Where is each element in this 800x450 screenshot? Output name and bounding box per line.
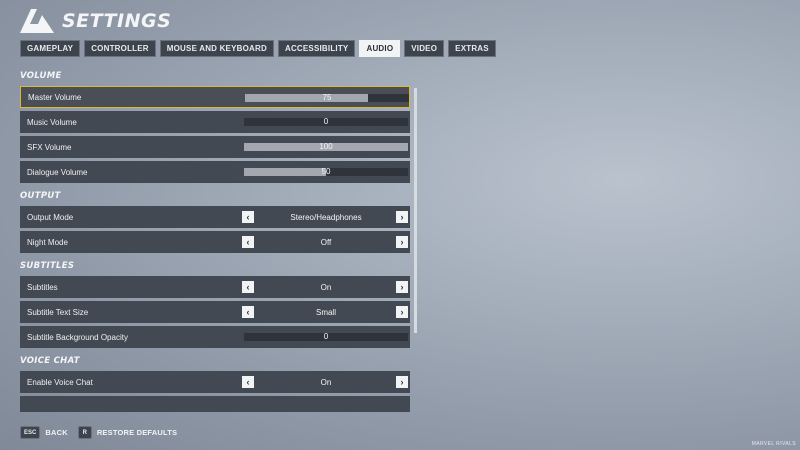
option-value: On (320, 377, 332, 387)
slider-value: 100 (319, 142, 333, 151)
setting-label: Output Mode (27, 212, 74, 222)
setting-row-dialogue-volume[interactable]: Dialogue Volume 50 (20, 161, 410, 183)
section-title-output: OUTPUT (20, 191, 61, 201)
setting-label: Master Volume (28, 92, 82, 102)
tab-gameplay[interactable]: GAMEPLAY (20, 40, 81, 57)
chevron-right-icon[interactable]: › (396, 281, 408, 293)
dialogue-volume-slider[interactable]: 50 (244, 167, 408, 176)
chevron-left-icon[interactable]: ‹ (242, 376, 254, 388)
setting-label: Subtitles (27, 282, 58, 292)
setting-label: Enable Voice Chat (27, 377, 93, 387)
setting-row-subtitle-text-size[interactable]: Subtitle Text Size ‹ Small › (20, 301, 410, 323)
tab-audio[interactable]: AUDIO (359, 40, 401, 57)
footer: ESC BACK R RESTORE DEFAULTS (20, 426, 177, 439)
chevron-left-icon[interactable]: ‹ (242, 211, 254, 223)
tab-mouse-and-keyboard[interactable]: MOUSE AND KEYBOARD (159, 40, 274, 57)
setting-label: Subtitle Text Size (27, 307, 89, 317)
setting-row-master-volume[interactable]: Master Volume 75 (20, 86, 410, 108)
restore-defaults-button[interactable]: R RESTORE DEFAULTS (77, 426, 178, 439)
r-key-icon: R (77, 426, 92, 439)
chevron-right-icon[interactable]: › (396, 306, 408, 318)
master-volume-slider[interactable]: 75 (245, 93, 409, 102)
subtitle-opacity-slider[interactable]: 0 (244, 332, 408, 341)
setting-row-subtitle-background-opacity[interactable]: Subtitle Background Opacity 0 (20, 326, 410, 348)
marvel-rivals-logo-icon (20, 9, 54, 33)
chevron-left-icon[interactable]: ‹ (242, 281, 254, 293)
back-button[interactable]: ESC BACK (20, 426, 68, 439)
watermark: MARVEL RIVALS (751, 441, 796, 447)
setting-label: SFX Volume (27, 142, 72, 152)
option-value: Off (320, 237, 332, 247)
chevron-right-icon[interactable]: › (396, 376, 408, 388)
slider-value: 0 (323, 117, 329, 126)
chevron-right-icon[interactable]: › (396, 211, 408, 223)
setting-row-partial[interactable] (20, 396, 410, 412)
page-title: SETTINGS (62, 10, 172, 32)
setting-row-subtitles[interactable]: Subtitles ‹ On › (20, 276, 410, 298)
chevron-right-icon[interactable]: › (396, 236, 408, 248)
music-volume-slider[interactable]: 0 (244, 117, 408, 126)
option-value: Stereo/Headphones (290, 212, 362, 222)
section-title-voice-chat: VOICE CHAT (20, 356, 80, 366)
back-label: BACK (45, 428, 68, 437)
scrollbar[interactable] (414, 88, 417, 333)
setting-label: Dialogue Volume (27, 167, 88, 177)
setting-label: Subtitle Background Opacity (27, 332, 128, 342)
chevron-left-icon[interactable]: ‹ (242, 236, 254, 248)
setting-row-music-volume[interactable]: Music Volume 0 (20, 111, 410, 133)
esc-key-icon: ESC (20, 426, 41, 439)
setting-row-sfx-volume[interactable]: SFX Volume 100 (20, 136, 410, 158)
slider-value: 75 (322, 93, 332, 102)
tab-video[interactable]: VIDEO (404, 40, 445, 57)
section-title-subtitles: SUBTITLES (20, 261, 75, 271)
slider-value: 0 (323, 332, 329, 341)
option-value: On (320, 282, 332, 292)
tab-accessibility[interactable]: ACCESSIBILITY (277, 40, 356, 57)
header: SETTINGS (20, 8, 171, 34)
setting-label: Night Mode (27, 237, 68, 247)
tab-controller[interactable]: CONTROLLER (84, 40, 156, 57)
setting-row-enable-voice-chat[interactable]: Enable Voice Chat ‹ On › (20, 371, 410, 393)
setting-label: Music Volume (27, 117, 77, 127)
settings-list[interactable]: VOLUME Master Volume 75 Music Volume 0 S… (20, 66, 420, 412)
setting-row-output-mode[interactable]: Output Mode ‹ Stereo/Headphones › (20, 206, 410, 228)
sfx-volume-slider[interactable]: 100 (244, 142, 408, 151)
option-value: Small (315, 307, 336, 317)
restore-defaults-label: RESTORE DEFAULTS (96, 428, 178, 437)
chevron-left-icon[interactable]: ‹ (242, 306, 254, 318)
section-title-volume: VOLUME (20, 71, 62, 81)
setting-row-night-mode[interactable]: Night Mode ‹ Off › (20, 231, 410, 253)
slider-value: 50 (321, 167, 331, 176)
tab-bar: GAMEPLAY CONTROLLER MOUSE AND KEYBOARD A… (20, 40, 496, 57)
tab-extras[interactable]: EXTRAS (448, 40, 496, 57)
